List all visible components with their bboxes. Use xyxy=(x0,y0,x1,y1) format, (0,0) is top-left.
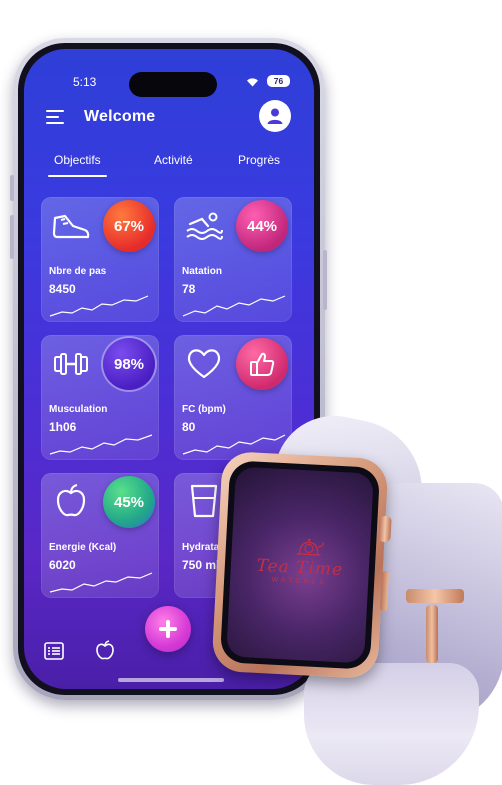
home-indicator xyxy=(118,678,224,682)
card-swimming[interactable]: 44% Natation 78 xyxy=(174,197,292,322)
watch-case: Tea Time WATCHES xyxy=(211,450,389,680)
watch-buckle-pin xyxy=(426,605,438,663)
status-badge: 67% xyxy=(103,200,155,252)
card-label: Musculation xyxy=(49,404,108,415)
add-button[interactable] xyxy=(145,606,191,652)
thumbs-up-badge xyxy=(236,338,288,390)
status-badge: 45% xyxy=(103,476,155,528)
card-steps[interactable]: 67% Nbre de pas 8450 xyxy=(41,197,159,322)
status-badge: 44% xyxy=(236,200,288,252)
thumbs-up-icon xyxy=(250,352,275,376)
sparkline xyxy=(49,434,153,455)
hamburger-icon[interactable] xyxy=(46,110,66,126)
card-strength[interactable]: 98% Musculation 1h06 xyxy=(41,335,159,460)
dumbbell-icon xyxy=(54,353,88,375)
watch-screen: Tea Time WATCHES xyxy=(226,466,374,664)
card-label: Nbre de pas xyxy=(49,266,107,277)
teapot-logo-icon xyxy=(296,538,324,556)
watch-bezel: Tea Time WATCHES xyxy=(219,460,381,670)
heart-icon xyxy=(187,349,221,379)
watch-strap-bottom xyxy=(304,663,479,785)
watch-crown xyxy=(378,515,392,543)
sparkline xyxy=(49,295,149,317)
plus-icon xyxy=(159,620,177,638)
profile-button[interactable] xyxy=(259,100,291,132)
apple-icon[interactable] xyxy=(96,640,114,660)
page-title: Welcome xyxy=(84,108,156,125)
sparkline xyxy=(49,572,153,593)
shoe-icon xyxy=(52,214,90,239)
user-icon xyxy=(267,108,283,124)
sparkline xyxy=(182,295,286,317)
card-label: Energie (Kcal) xyxy=(49,542,117,553)
tab-activite[interactable]: Activité xyxy=(154,153,193,167)
tab-objectifs[interactable]: Objectifs xyxy=(48,153,107,177)
card-energy[interactable]: 45% Energie (Kcal) 6020 xyxy=(41,473,159,598)
list-icon[interactable] xyxy=(44,642,64,660)
smartwatch: Tea Time WATCHES xyxy=(211,404,502,785)
status-badge: 98% xyxy=(103,338,155,390)
card-label: Natation xyxy=(182,266,222,277)
swimmer-icon xyxy=(186,212,223,240)
apple-icon xyxy=(56,484,86,517)
tab-progres[interactable]: Progrès xyxy=(238,153,280,167)
watch-buckle xyxy=(406,589,464,603)
